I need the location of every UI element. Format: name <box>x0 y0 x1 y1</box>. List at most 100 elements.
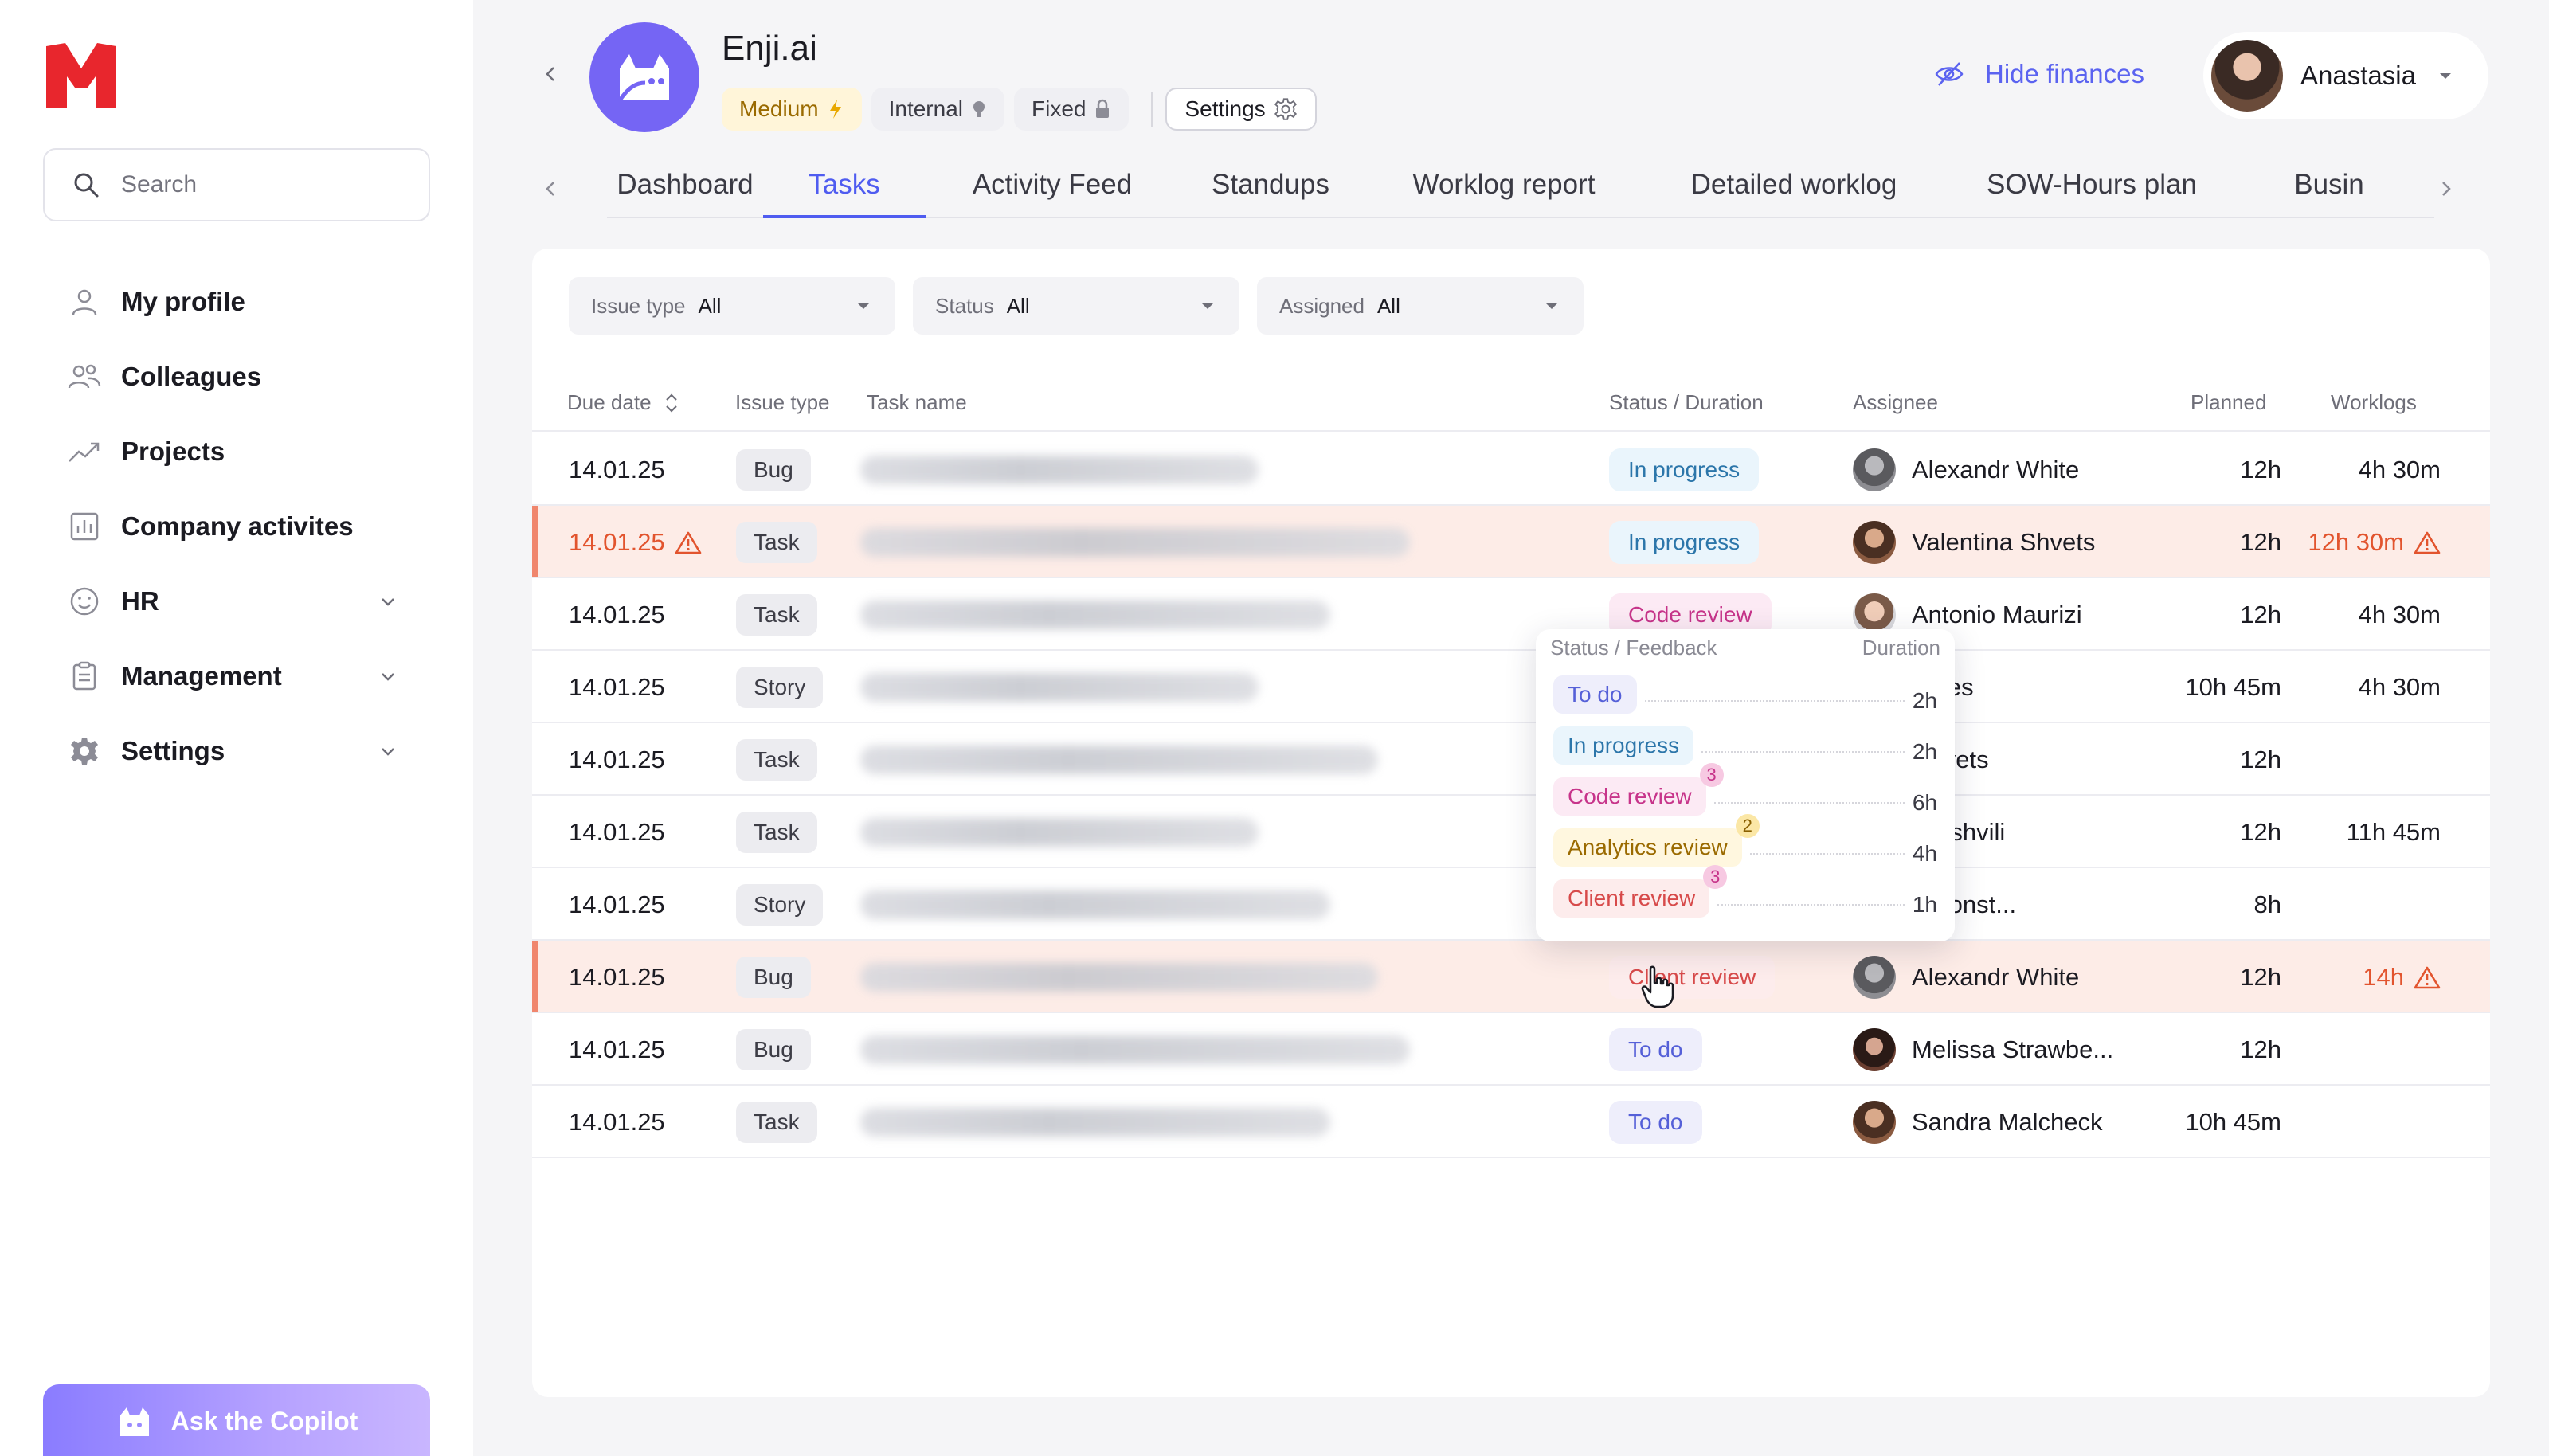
due-date: 14.01.25 <box>569 1035 665 1063</box>
search-input[interactable] <box>121 171 424 198</box>
tabs-scroll-right-icon[interactable] <box>2434 177 2458 201</box>
due-date: 14.01.25 <box>569 817 665 846</box>
status-filter[interactable]: Status All <box>913 277 1239 335</box>
status-badge[interactable]: In progress <box>1609 520 1760 564</box>
worklogs-cell <box>2237 1086 2441 1158</box>
app-logo[interactable] <box>43 40 119 112</box>
popover-status-badge: Code review 3 <box>1553 763 1724 816</box>
table-row[interactable]: 14.01.25 Story riel Markes 10h 45m 4h 30… <box>532 651 2490 723</box>
sidebar-item-label: My profile <box>121 287 245 316</box>
tab-sow-hours-plan[interactable]: SOW-Hours plan <box>1942 159 2242 218</box>
task-name-blurred[interactable] <box>860 528 1410 557</box>
task-name-blurred[interactable] <box>860 1035 1410 1064</box>
status-badge[interactable]: Client review <box>1609 955 1776 999</box>
sidebar-item-hr[interactable]: HR <box>43 564 430 639</box>
dotted-leader <box>1713 802 1905 804</box>
tab-business[interactable]: Busin <box>2242 159 2417 218</box>
chart-icon <box>67 509 102 544</box>
badge-divider <box>1151 92 1153 127</box>
priority-badge[interactable]: Medium <box>722 88 862 131</box>
table-body: 14.01.25 Bug In progress Alexandr White … <box>532 433 2490 1158</box>
assigned-filter[interactable]: Assigned All <box>1257 277 1584 335</box>
search-box[interactable] <box>43 148 430 221</box>
fixed-badge[interactable]: Fixed <box>1014 88 1130 131</box>
task-name-blurred[interactable] <box>860 746 1378 774</box>
task-name-blurred[interactable] <box>860 963 1378 992</box>
assignee-cell[interactable]: Sandra Malcheck <box>1853 1086 2103 1158</box>
status-badge[interactable]: To do <box>1609 1100 1702 1144</box>
bulb-icon <box>973 101 985 117</box>
cat-logo-icon <box>617 54 669 102</box>
table-row[interactable]: 14.01.25 Task ntina Shvets 12h <box>532 723 2490 796</box>
back-arrow-icon[interactable] <box>538 62 562 86</box>
warning-icon <box>2414 966 2441 988</box>
tab-detailed-worklog[interactable]: Detailed worklog <box>1646 159 1942 218</box>
sidebar-item-company-activites[interactable]: Company activites <box>43 489 430 564</box>
task-name-blurred[interactable] <box>860 456 1259 484</box>
table-row[interactable]: 14.01.25 Task In progress Valentina Shve… <box>532 506 2490 578</box>
popover-status-row: Code review 3 6h <box>1553 763 1937 819</box>
assignee-cell[interactable]: Alexandr White <box>1853 433 2079 506</box>
assignee-cell[interactable]: Valentina Shvets <box>1853 506 2095 578</box>
sidebar-item-settings[interactable]: Settings <box>43 714 430 789</box>
status-badge[interactable]: In progress <box>1609 448 1760 491</box>
user-menu[interactable]: Anastasia <box>2203 32 2488 119</box>
hide-finances-button[interactable]: Hide finances <box>1934 59 2144 89</box>
sidebar-item-projects[interactable]: Projects <box>43 414 430 489</box>
task-name-blurred[interactable] <box>860 601 1330 629</box>
table-row[interactable]: 14.01.25 Task Code review Antonio Mauriz… <box>532 578 2490 651</box>
chevron-down-icon <box>1202 303 1213 309</box>
worklogs-cell: 14h <box>2237 941 2441 1013</box>
due-date: 14.01.25 <box>569 745 665 773</box>
table-row[interactable]: 14.01.25 Task To do Sandra Malcheck 10h … <box>532 1086 2490 1158</box>
sidebar-item-management[interactable]: Management <box>43 639 430 714</box>
smile-icon <box>67 584 102 619</box>
internal-badge[interactable]: Internal <box>871 88 1004 131</box>
copilot-cat-icon <box>119 1407 149 1436</box>
task-name-blurred[interactable] <box>860 818 1259 847</box>
tab-tasks[interactable]: Tasks <box>763 159 926 218</box>
lock-icon <box>1096 99 1110 118</box>
tab-standups[interactable]: Standups <box>1179 159 1362 218</box>
status-cell: To do <box>1609 1013 1702 1086</box>
avatar <box>1853 520 1896 564</box>
worklogs-cell: 4h 30m <box>2237 651 2441 723</box>
project-settings-button[interactable]: Settings <box>1165 88 1317 131</box>
filter-label: Issue type <box>591 293 686 318</box>
tabs-scroll-left-icon[interactable] <box>538 177 562 201</box>
column-due-date[interactable]: Due date <box>567 390 680 415</box>
tab-activity-feed[interactable]: Activity Feed <box>926 159 1179 218</box>
tab-dashboard[interactable]: Dashboard <box>607 159 763 218</box>
user-icon <box>67 284 102 319</box>
column-planned: Planned <box>2191 390 2267 414</box>
chevron-down-icon[interactable] <box>376 589 400 613</box>
table-row[interactable]: 14.01.25 Bug To do Melissa Strawbe... 12… <box>532 1013 2490 1086</box>
warning-icon <box>2414 531 2441 554</box>
table-header: Due date Issue type Task name Status / D… <box>532 376 2490 432</box>
issue-type-cell: Story <box>736 651 824 723</box>
search-icon <box>74 173 99 198</box>
sidebar-item-colleagues[interactable]: Colleagues <box>43 339 430 414</box>
sort-icon[interactable] <box>663 391 680 415</box>
chevron-down-icon[interactable] <box>376 739 400 763</box>
popover-status-badge: In progress <box>1553 726 1694 765</box>
assignee-cell[interactable]: Melissa Strawbe... <box>1853 1013 2113 1086</box>
task-name-blurred[interactable] <box>860 673 1259 702</box>
issue-type-filter[interactable]: Issue type All <box>569 277 895 335</box>
task-name-blurred[interactable] <box>860 890 1330 919</box>
tab-worklog-report[interactable]: Worklog report <box>1362 159 1646 218</box>
table-row[interactable]: 14.01.25 Task el Barniashvili 12h 11h 45… <box>532 796 2490 868</box>
dotted-leader <box>1717 904 1905 906</box>
status-badge[interactable]: To do <box>1609 1027 1702 1071</box>
user-name: Anastasia <box>2300 61 2416 90</box>
table-row[interactable]: 14.01.25 Story stantin Konst... 8h <box>532 868 2490 941</box>
popover-header: Status / Feedback Duration <box>1550 636 1940 660</box>
chevron-down-icon[interactable] <box>376 664 400 688</box>
task-name-blurred[interactable] <box>860 1108 1330 1137</box>
sidebar-item-my-profile[interactable]: My profile <box>43 264 430 339</box>
table-row[interactable]: 14.01.25 Bug Client review Alexandr Whit… <box>532 941 2490 1013</box>
table-row[interactable]: 14.01.25 Bug In progress Alexandr White … <box>532 433 2490 506</box>
ask-copilot-button[interactable]: Ask the Copilot <box>43 1384 430 1456</box>
assignee-cell[interactable]: Alexandr White <box>1853 941 2079 1013</box>
warning-icon <box>675 531 701 554</box>
